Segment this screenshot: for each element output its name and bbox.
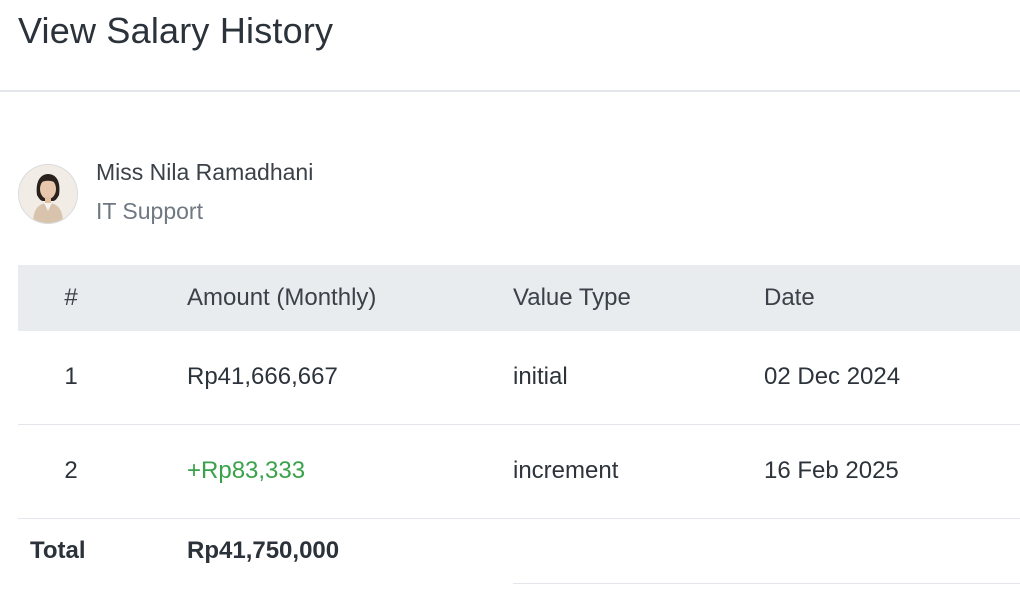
column-header-value-type: Value Type	[513, 284, 631, 311]
row-number: 1	[64, 363, 78, 391]
table-row: 2 +Rp83,333 increment 16 Feb 2025	[18, 424, 1020, 518]
modal-title: View Salary History	[18, 10, 334, 51]
column-header-date: Date	[764, 284, 815, 311]
table-row: 1 Rp41,666,667 initial 02 Dec 2024	[18, 331, 1020, 424]
salary-history-table: # Amount (Monthly) Value Type Date 1 Rp4…	[18, 265, 1020, 584]
row-value-type: initial	[513, 363, 568, 391]
row-value-type: increment	[513, 457, 619, 484]
total-row: Total Rp41,750,000	[18, 518, 1020, 584]
row-date: 16 Feb 2025	[764, 457, 899, 484]
column-header-number: #	[64, 284, 78, 311]
table-header-row: # Amount (Monthly) Value Type Date	[18, 265, 1020, 331]
row-number: 2	[64, 457, 78, 484]
total-blank-cell	[764, 518, 1020, 584]
employee-info: Miss Nila Ramadhani IT Support	[18, 158, 313, 225]
total-amount: Rp41,750,000	[187, 536, 340, 564]
employee-name: Miss Nila Ramadhani	[96, 159, 314, 185]
row-amount: Rp41,666,667	[187, 363, 338, 391]
modal-header: View Salary History	[0, 0, 1020, 92]
row-amount: +Rp83,333	[187, 457, 306, 484]
column-header-amount: Amount (Monthly)	[187, 284, 377, 311]
employee-role: IT Support	[96, 198, 203, 224]
row-date: 02 Dec 2024	[764, 363, 901, 391]
total-label: Total	[30, 536, 86, 564]
avatar	[18, 164, 78, 224]
total-blank-cell	[513, 518, 764, 584]
